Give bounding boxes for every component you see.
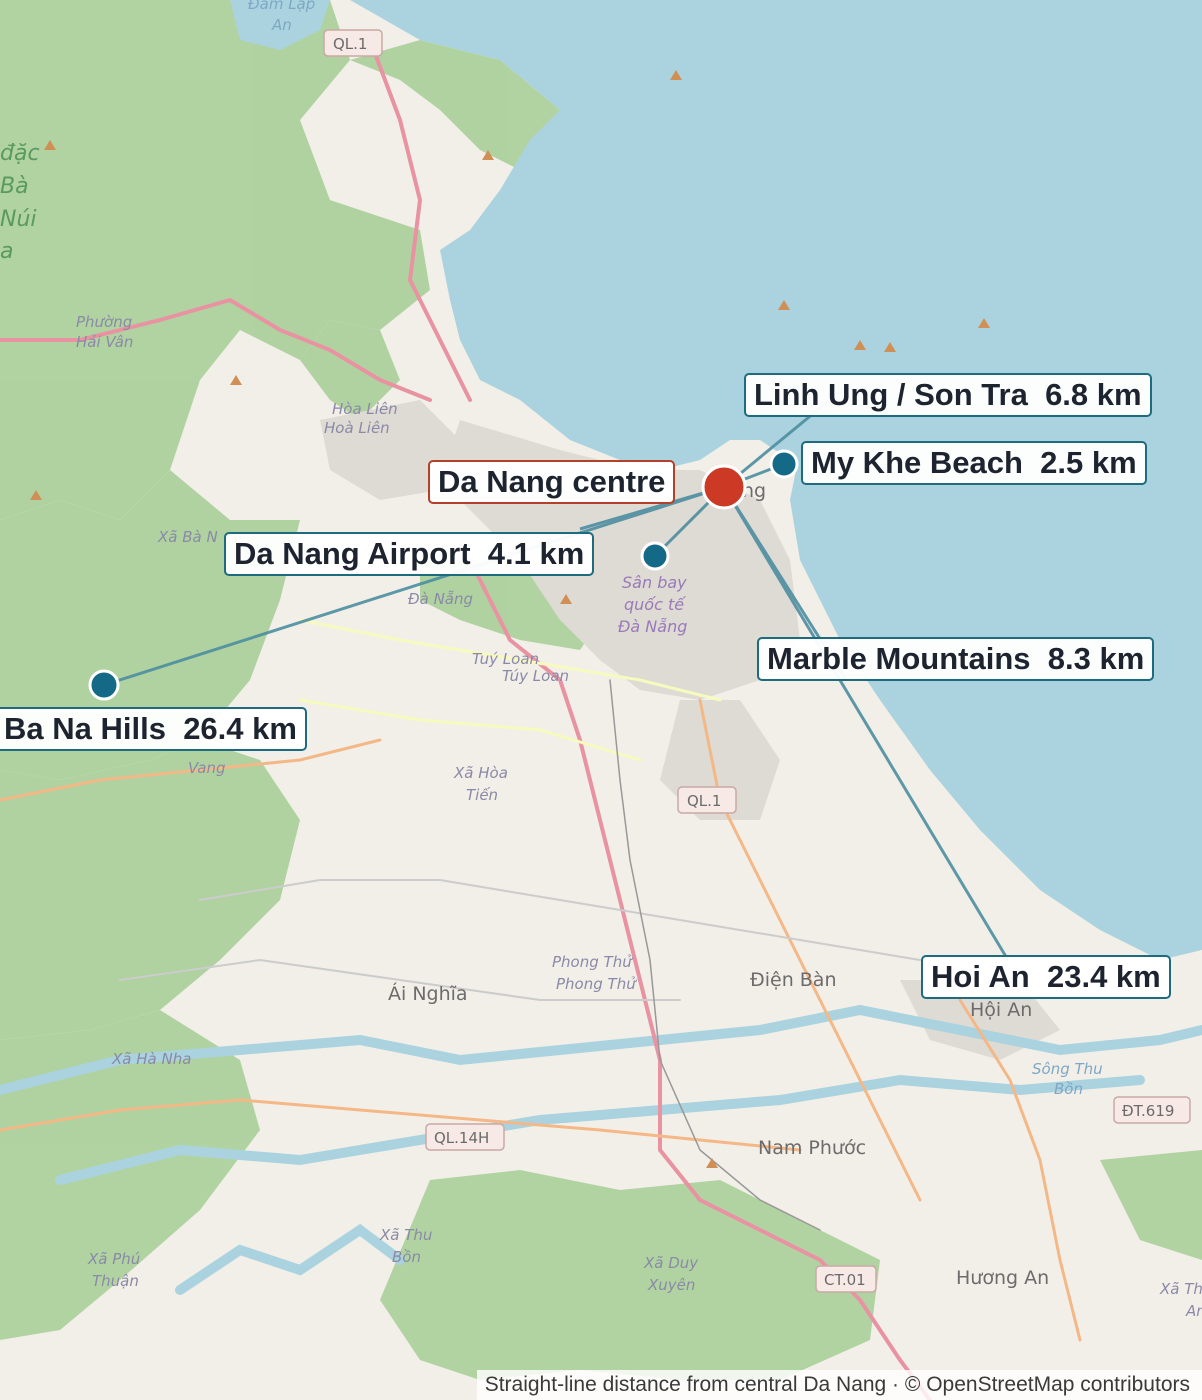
label-xa-phu-thuan-2: Thuận [92,1272,139,1290]
label-phuong-hai-van-1: Phường [76,313,132,331]
svg-text:QL.1: QL.1 [333,35,367,53]
attribution-footer: Straight-line distance from central Da N… [476,1370,1202,1400]
callout-distance: 23.4 km [1046,959,1161,994]
label-xa-ha-nha: Xã Hà Nha [111,1050,191,1068]
map-view[interactable]: Đầm Lập An đặc Bà Núi a Phường Hải Vân H… [0,0,1202,1400]
label-an: An [271,16,292,34]
label-xa-th-1: Xã Th [1159,1280,1202,1298]
callout-my-khe-beach[interactable]: My Khe Beach 2.5 km [801,441,1147,485]
label-xa-phu-thuan-1: Xã Phú [87,1250,140,1268]
callout-name: Da Nang Airport [234,536,471,571]
label-huong-an: Hương An [956,1267,1049,1289]
label-xa-thu-bon-2: Bồn [392,1248,421,1266]
callout-distance: 26.4 km [183,711,297,746]
label-hoa-lien-1: Hòa Liên [332,400,398,418]
basemap: Đầm Lập An đặc Bà Núi a Phường Hải Vân H… [0,0,1202,1400]
label-nui: Núi [0,207,37,232]
marker-my-khe-beach[interactable] [769,449,799,479]
label-phong-thu-1: Phong Thử [552,953,633,971]
label-xa-hoa-tien-2: Tiến [466,786,498,804]
label-ai-nghia: Ái Nghĩa [388,982,468,1005]
callout-da-nang-airport[interactable]: Da Nang Airport 4.1 km [224,532,595,576]
callout-marble-mountains[interactable]: Marble Mountains 8.3 km [757,637,1155,681]
callout-da-nang-centre[interactable]: Da Nang centre [428,460,676,504]
svg-text:QL.14H: QL.14H [434,1129,489,1147]
label-hoa-lien-2: Hoà Liên [324,419,390,437]
label-song-thu-bon-1: Sông Thu [1032,1060,1103,1078]
callout-ba-na-hills[interactable]: Ba Na Hills 26.4 km [0,707,307,751]
label-nam-phuoc: Nam Phước [758,1137,866,1159]
callout-linh-ung-son-tra[interactable]: Linh Ung / Son Tra 6.8 km [744,373,1152,417]
label-vang: Vang [188,759,226,777]
marker-da-nang-airport[interactable] [640,541,670,571]
callout-distance: 4.1 km [487,536,585,571]
callout-distance: 8.3 km [1047,641,1145,676]
label-hoi-an: Hội An [970,999,1032,1021]
callout-name: Linh Ung / Son Tra [754,377,1028,412]
label-xa-th-2: An [1185,1302,1202,1320]
shield-ql1-north: QL.1 [323,29,383,57]
marker-da-nang-centre[interactable] [701,464,747,510]
shield-ql14h: QL.14H [425,1123,505,1151]
label-dien-ban: Điện Bàn [750,969,837,991]
shield-ct01: CT.01 [815,1265,877,1293]
label-san-bay-3: Đà Nẵng [618,617,687,636]
label-tuy-loan-2: Túy Loan [502,667,569,685]
callout-name: Marble Mountains [767,641,1031,676]
callout-distance: 6.8 km [1045,377,1142,412]
label-xa-thu-bon-1: Xã Thu [379,1226,432,1244]
label-phuong-hai-van-2: Hải Vân [76,333,133,351]
label-phong-thu-2: Phong Thử [556,975,637,993]
label-xa-duy-xuyen-1: Xã Duy [643,1254,699,1272]
callout-distance: 2.5 km [1040,445,1137,480]
callout-name: Da Nang centre [438,464,666,499]
svg-text:CT.01: CT.01 [824,1271,866,1289]
callout-name: Hoi An [931,959,1030,994]
label-a: a [0,239,13,264]
callout-name: My Khe Beach [811,445,1023,480]
label-xa-hoa-tien-1: Xã Hòa [453,764,508,782]
label-da-nang: Đà Nẵng [408,590,473,608]
shield-dt619: ĐT.619 [1113,1096,1191,1124]
label-tuy-loan-1: Tuý Loan [472,650,539,668]
label-song-thu-bon-2: Bồn [1054,1080,1083,1098]
label-dac: đặc [0,141,40,166]
label-xa-duy-xuyen-2: Xuyên [647,1276,695,1294]
marker-ba-na-hills[interactable] [88,669,120,701]
label-san-bay-1: Sân bay [622,573,687,592]
callout-hoi-an[interactable]: Hoi An 23.4 km [921,955,1171,999]
callout-name: Ba Na Hills [4,711,166,746]
label-san-bay-2: quốc tế [624,595,686,614]
label-ba: Bà [0,174,29,199]
svg-text:QL.1: QL.1 [687,792,721,810]
label-dam-lap: Đầm Lập [248,0,315,13]
shield-ql1-south: QL.1 [677,786,737,814]
label-xa-ba-na: Xã Bà N [157,528,218,546]
svg-text:ĐT.619: ĐT.619 [1122,1102,1174,1120]
